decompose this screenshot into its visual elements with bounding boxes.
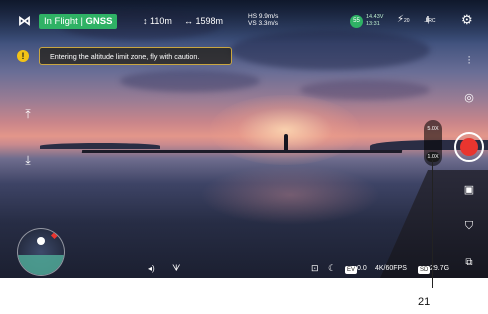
cloud [300, 80, 430, 100]
gps-count: 20 [404, 18, 410, 24]
callout-number: 21 [418, 296, 431, 308]
gnss-label: GNSS [85, 16, 113, 27]
ev-badge: EV [345, 266, 358, 274]
attitude-indicator[interactable] [17, 228, 65, 276]
pier [81, 150, 403, 153]
settings-gear-icon[interactable]: ⚙ [461, 12, 473, 28]
battery-percent-badge[interactable]: 55 [350, 15, 363, 28]
shutter-button[interactable] [454, 132, 484, 162]
warning-text: Entering the altitude limit zone, fly wi… [50, 52, 200, 61]
altitude-readout: ↕ 110m [143, 16, 172, 26]
back-icon[interactable]: ⋈ [18, 13, 31, 29]
camera-mode-icon[interactable]: ◎ [460, 91, 478, 104]
return-to-home-icon[interactable]: ⤓ [19, 153, 37, 168]
camera-switch-icon[interactable]: ⧉ [460, 257, 478, 268]
vertical-speed: VS 3.3m/s [248, 20, 278, 27]
signal-icon[interactable]: .ıl|RC [424, 15, 436, 24]
horizontal-speed: HS 9.9m/s [248, 13, 279, 20]
callout-line [432, 160, 433, 288]
sensor-icon[interactable]: ᗐ [172, 263, 180, 274]
flight-mode-label: In Flight [44, 16, 78, 27]
cloud [120, 70, 260, 92]
playback-icon[interactable]: ▣ [460, 183, 478, 196]
sunset-glow [210, 95, 360, 165]
gps-icon[interactable]: ⚡︎20 [397, 14, 410, 25]
sd-card-icon: SD [418, 266, 431, 274]
ev-value[interactable]: 0.0 [357, 265, 367, 272]
aircraft-icon [37, 237, 45, 245]
person-silhouette [284, 134, 288, 150]
water-reflection [200, 165, 380, 225]
altitude-icon: ↕ [143, 16, 148, 26]
distance-value: 1598m [195, 16, 224, 26]
separator: | [80, 16, 83, 27]
focus-icon[interactable]: ⊡ [311, 263, 319, 274]
home-point-icon [50, 231, 59, 240]
flight-status-badge[interactable]: In Flight | GNSS [39, 14, 118, 29]
signal-label: RC [428, 18, 436, 24]
resolution-readout[interactable]: 4K/60FPS [375, 265, 407, 272]
takeoff-icon[interactable]: ⤒ [19, 107, 37, 122]
horizon-indicator [18, 255, 64, 275]
distance-icon: ↔ [184, 16, 193, 26]
camera-view: ⋈ In Flight | GNSS ↕ 110m ↔ 1598m HS 9.9… [0, 0, 488, 278]
altitude-warning-banner[interactable]: Entering the altitude limit zone, fly wi… [39, 47, 232, 65]
zoom-max-label: 5.0X [427, 126, 439, 132]
zoom-current-label: 1.0X [427, 154, 439, 160]
warning-icon: ! [17, 50, 29, 62]
gimbal-icon[interactable]: ⛉ [460, 220, 478, 233]
night-mode-icon[interactable]: ☾ [328, 263, 336, 274]
battery-voltage: 14.43V [366, 14, 384, 20]
battery-readout: 14.43V 13:31 [366, 14, 383, 27]
distance-readout: ↔ 1598m [184, 16, 223, 26]
speed-readout: HS 9.9m/s VS 3.3m/s [248, 13, 278, 27]
altitude-value: 110m [150, 16, 172, 26]
flight-time: 13:31 [366, 20, 380, 27]
speaker-icon[interactable]: ◂) [148, 264, 155, 273]
camera-settings-icon[interactable]: ⫶ [460, 55, 478, 68]
distant-hills [40, 143, 160, 149]
